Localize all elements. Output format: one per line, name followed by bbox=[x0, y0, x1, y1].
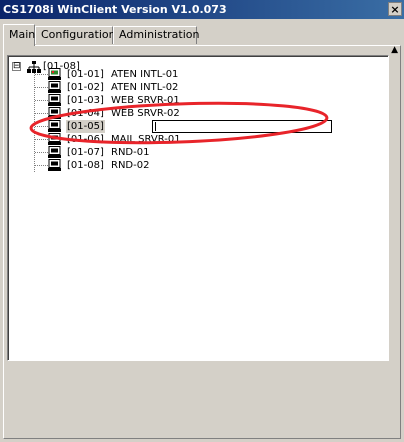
port-label: [01-08] bbox=[67, 160, 104, 171]
computer-icon bbox=[48, 133, 61, 145]
computer-icon bbox=[48, 81, 61, 93]
window-title: CS1708i WinClient Version V1.0.073 bbox=[3, 3, 227, 16]
window-titlebar: CS1708i WinClient Version V1.0.073 × bbox=[0, 0, 404, 19]
collapse-icon[interactable]: ⊟ bbox=[12, 62, 21, 71]
computer-icon bbox=[48, 107, 61, 119]
tab-administration[interactable]: Administration bbox=[113, 26, 200, 44]
port-label: [01-04] bbox=[67, 108, 104, 119]
port-label: [01-03] bbox=[67, 95, 104, 106]
text-caret bbox=[155, 122, 156, 131]
tab-bar: Main Configuration Administration bbox=[0, 24, 404, 46]
close-icon: × bbox=[390, 3, 400, 16]
close-button[interactable]: × bbox=[388, 2, 402, 16]
port-label: [01-02] bbox=[67, 82, 104, 93]
computer-icon bbox=[48, 159, 61, 171]
port-label: [01-06] bbox=[67, 134, 104, 145]
port-name: WEB SRVR-01 bbox=[111, 95, 180, 106]
computer-icon bbox=[48, 94, 61, 106]
port-name: RND-02 bbox=[111, 160, 150, 171]
tree-connector bbox=[35, 100, 48, 101]
port-name: ATEN INTL-01 bbox=[111, 69, 179, 80]
tab-main[interactable]: Main bbox=[3, 24, 35, 46]
tree-connector bbox=[35, 165, 48, 166]
computer-icon bbox=[48, 120, 61, 132]
port-name: MAIL SRVR-01 bbox=[111, 134, 181, 145]
port-label: [01-05] bbox=[66, 120, 105, 133]
port-name: ATEN INTL-02 bbox=[111, 82, 179, 93]
port-name-input[interactable] bbox=[152, 120, 332, 133]
scroll-up-icon[interactable]: ▲ bbox=[391, 46, 398, 55]
port-name: WEB SRVR-02 bbox=[111, 108, 180, 119]
computer-active-icon bbox=[48, 68, 61, 80]
tree-connector bbox=[35, 126, 48, 127]
tree-connector bbox=[35, 152, 48, 153]
port-name: RND-01 bbox=[111, 147, 150, 158]
tab-configuration[interactable]: Configuration bbox=[35, 26, 116, 44]
port-label: [01-07] bbox=[67, 147, 104, 158]
network-tree-icon bbox=[27, 61, 41, 73]
tree-connector bbox=[35, 87, 48, 88]
tree-connector bbox=[35, 139, 48, 140]
port-label: [01-01] bbox=[67, 69, 104, 80]
computer-icon bbox=[48, 146, 61, 158]
tree-connector bbox=[35, 74, 48, 75]
tree-connector bbox=[35, 113, 48, 114]
port-tree: ⊟ [01-08] [01-01] ATEN INTL-01 [01-02] A… bbox=[7, 55, 389, 361]
